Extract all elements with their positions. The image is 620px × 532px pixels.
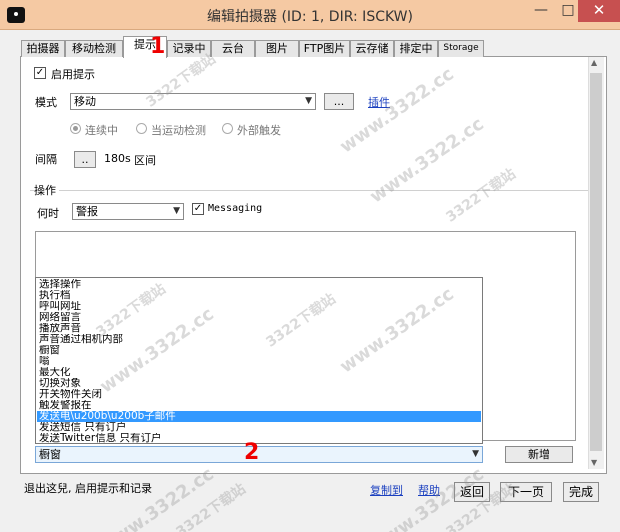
add-action-button[interactable]: 新增	[505, 446, 573, 463]
radio-external-trigger-label: 外部触发	[237, 124, 281, 137]
tab-cloud-storage[interactable]: 云存储	[350, 40, 394, 57]
dropdown-item[interactable]: 执行档	[37, 290, 481, 301]
interval-value: 180s	[104, 152, 131, 165]
scrollbar-thumb[interactable]	[590, 73, 602, 451]
dropdown-item[interactable]: 最大化	[37, 367, 481, 378]
close-button[interactable]: ✕	[578, 0, 620, 22]
mode-options-button[interactable]: ...	[324, 93, 354, 110]
interval-button[interactable]: ..	[74, 151, 96, 168]
dropdown-item[interactable]: 选择操作	[37, 279, 481, 290]
tab-camera[interactable]: 拍摄器	[21, 40, 65, 57]
annotation-marker-1: 1	[150, 34, 166, 59]
dropdown-item[interactable]: 播放声音	[37, 323, 481, 334]
copy-to-link[interactable]: 复制到	[370, 482, 403, 498]
mode-value: 移动	[74, 95, 96, 108]
camera-app-icon	[7, 7, 25, 23]
enable-alerts-label: 启用提示	[51, 68, 95, 81]
dropdown-item-selected[interactable]: 发送电\u200b\u200b子邮件	[37, 411, 481, 422]
action-dropdown-list[interactable]: 选择操作 执行档 呼叫网址 网络留言 播放声音 声音通过相机内部 橱窗 嗡 最大…	[35, 277, 483, 444]
interval-label: 间隔	[35, 153, 57, 166]
scroll-up-icon[interactable]: ▲	[591, 58, 597, 67]
when-label: 何时	[37, 207, 59, 220]
tab-images[interactable]: 图片	[255, 40, 299, 57]
plugin-link[interactable]: 插件	[368, 94, 390, 110]
radio-external-trigger[interactable]	[222, 123, 233, 134]
tab-schedule[interactable]: 排定中	[394, 40, 438, 57]
chevron-down-icon: ▼	[305, 96, 312, 106]
tab-recording[interactable]: 记录中	[167, 40, 211, 57]
radio-on-motion[interactable]	[136, 123, 147, 134]
back-button[interactable]: 返回	[454, 482, 490, 502]
dropdown-item[interactable]: 嗡	[37, 356, 481, 367]
radio-continuous-label: 连续中	[85, 124, 118, 137]
tab-storage[interactable]: Storage	[438, 40, 484, 57]
status-text: 退出这兒, 启用提示和记录	[24, 482, 152, 495]
radio-on-motion-label: 当运动检测	[151, 124, 206, 137]
dropdown-item[interactable]: 网络留言	[37, 312, 481, 323]
dropdown-item[interactable]: 切换对象	[37, 378, 481, 389]
tab-ptz[interactable]: 云台	[211, 40, 255, 57]
chevron-down-icon: ▼	[173, 206, 180, 216]
scroll-down-icon[interactable]: ▼	[591, 458, 597, 467]
when-value: 警报	[76, 205, 98, 218]
mode-select[interactable]: 移动 ▼	[70, 93, 316, 110]
interval-unit: 区间	[134, 154, 156, 167]
next-button[interactable]: 下一页	[500, 482, 552, 502]
action-type-value: 橱窗	[39, 448, 61, 461]
enable-alerts-checkbox[interactable]: ✓	[34, 67, 46, 79]
dropdown-item[interactable]: 发送短信 只有订户	[37, 422, 481, 433]
dropdown-item[interactable]: 声音通过相机内部	[37, 334, 481, 345]
chevron-down-icon: ▼	[472, 449, 479, 459]
messaging-label: Messaging	[208, 203, 263, 214]
group-divider	[30, 190, 600, 191]
dropdown-item[interactable]: 触发警报在	[37, 400, 481, 411]
done-button[interactable]: 完成	[563, 482, 599, 502]
annotation-marker-2: 2	[244, 440, 260, 465]
dropdown-item[interactable]: 橱窗	[37, 345, 481, 356]
window-title: 编辑拍摄器 (ID: 1, DIR: ISCKW)	[207, 9, 413, 25]
tab-ftp-images[interactable]: FTP图片	[299, 40, 350, 57]
help-link[interactable]: 帮助	[418, 482, 440, 498]
messaging-checkbox[interactable]: ✓	[192, 203, 204, 215]
action-group-label: 操作	[34, 182, 59, 198]
dropdown-item[interactable]: 呼叫网址	[37, 301, 481, 312]
watermark-site: 3322下载站	[173, 481, 249, 532]
radio-continuous[interactable]	[70, 123, 81, 134]
minimize-button[interactable]: —	[528, 0, 554, 22]
when-select[interactable]: 警报 ▼	[72, 203, 184, 220]
dropdown-item[interactable]: 开关物件关闭	[37, 389, 481, 400]
tab-motion-detection[interactable]: 移动检测	[65, 40, 123, 57]
mode-label: 模式	[35, 96, 57, 109]
